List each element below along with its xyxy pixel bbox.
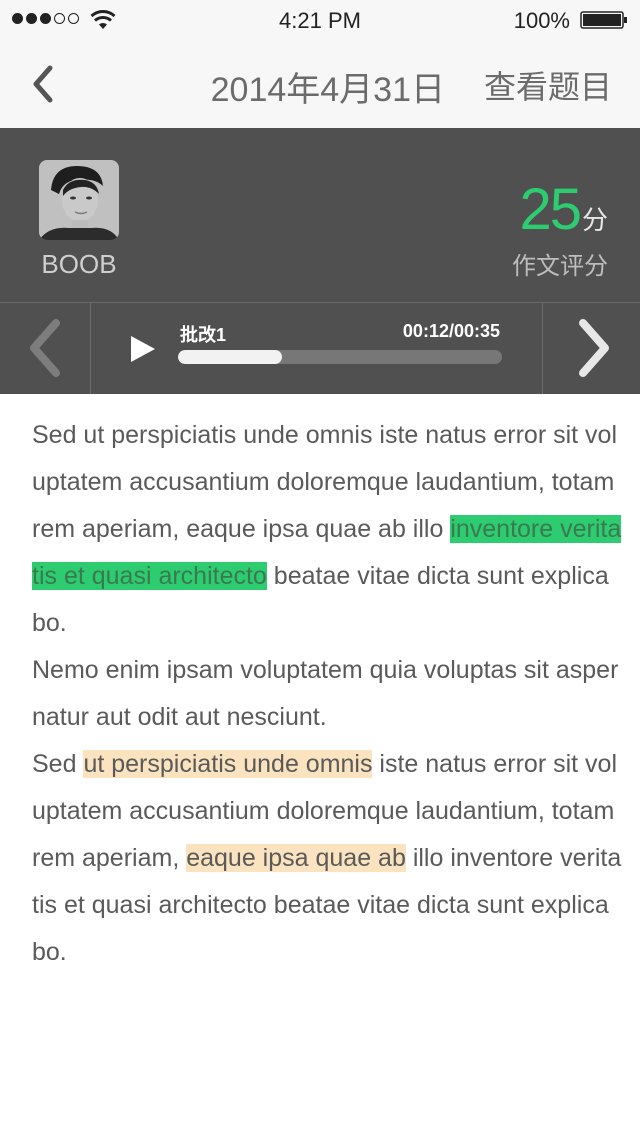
highlighted-comment[interactable]: ut perspiciatis unde omnis — [83, 750, 373, 778]
progress-bar[interactable] — [178, 350, 502, 364]
profile-panel: BOOB 25分 作文评分 — [0, 128, 640, 302]
essay-score: 25分 — [519, 176, 608, 243]
audio-player: 批改1 00:12/00:35 — [0, 302, 640, 394]
back-button[interactable] — [28, 64, 58, 104]
essay-text-segment: Sed — [32, 750, 84, 778]
highlighted-comment[interactable]: eaque ipsa quae ab — [186, 844, 406, 872]
essay-paragraph: Sed ut perspiciatis unde omnis iste natu… — [32, 741, 622, 976]
track-label: 批改1 — [180, 325, 227, 345]
essay-paragraph: Nemo enim ipsam voluptatem quia voluptas… — [32, 656, 619, 731]
play-icon[interactable] — [128, 333, 158, 365]
track-time: 00:12/00:35 — [402, 321, 500, 341]
battery-icon — [580, 11, 627, 29]
score-label: 作文评分 — [512, 253, 608, 280]
score-unit: 分 — [581, 205, 608, 235]
nav-bar: 2014年4月31日 查看题目 — [0, 40, 640, 128]
page-title: 2014年4月31日 — [210, 71, 445, 109]
essay-text: Sed ut perspiciatis unde omnis iste natu… — [32, 412, 622, 976]
previous-button[interactable] — [0, 303, 91, 394]
progress-fill — [178, 350, 282, 364]
next-button[interactable] — [542, 303, 640, 394]
view-question-button[interactable]: 查看题目 — [484, 62, 612, 108]
score-value: 25 — [519, 177, 581, 242]
username: BOOB — [41, 249, 117, 279]
avatar[interactable] — [39, 160, 119, 240]
status-bar: 4:21 PM 100% — [0, 0, 640, 40]
essay-paragraph: Sed ut perspiciatis unde omnis iste natu… — [32, 412, 622, 647]
battery-percent: 100% — [513, 8, 570, 33]
